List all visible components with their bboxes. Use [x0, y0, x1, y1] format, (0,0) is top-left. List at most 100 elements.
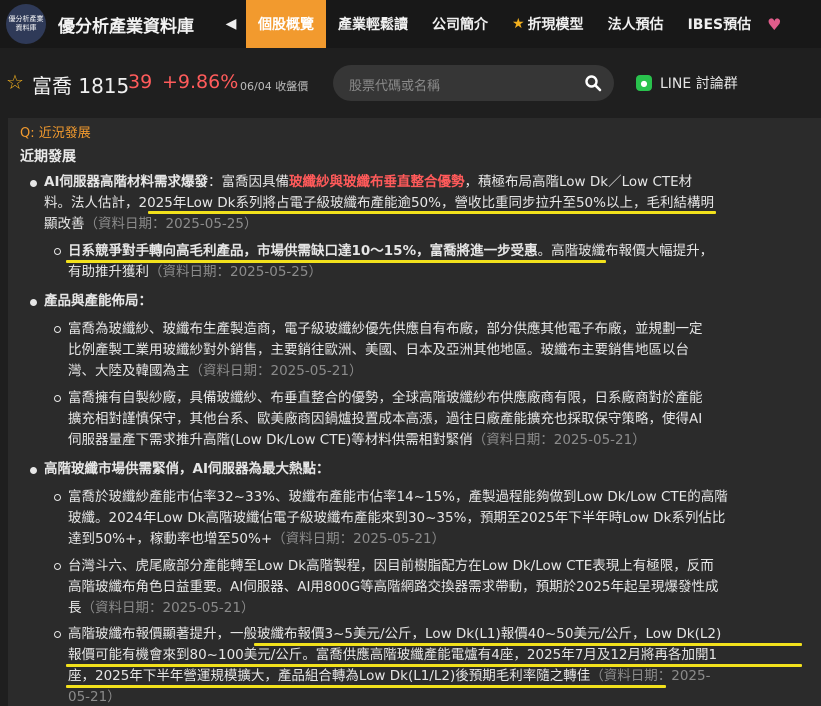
tab-label: 法人預估	[607, 17, 664, 33]
text-fragment: ：富喬因具備	[207, 174, 289, 190]
text-line: 台灣斗六、虎尾廠部分產能轉至Low Dk高階製程，因目前樹脂配方在Low Dk/…	[68, 556, 714, 577]
underline-mark	[66, 664, 802, 667]
text-fragment: 伺服器量產下需求推升高階(Low Dk/Low CTE)等材料供需相對緊俏	[68, 432, 473, 448]
tab-label: IBES預估	[687, 17, 752, 33]
quote-date: 06/04 收盤價	[240, 80, 309, 93]
bullet-icon	[30, 299, 37, 306]
bullet-icon	[30, 180, 37, 187]
nav-scroll-left-icon[interactable]: ◀	[216, 16, 246, 32]
tab-label: 產業輕鬆讀	[338, 17, 408, 33]
text-line: 玻纖。2024年Low Dk高階玻纖佔電子級玻纖布產能來到30~35%，預期至2…	[68, 508, 725, 529]
text-line: 報價可能有機會來到80~100美元/公斤。富喬供應高階玻纖產能電爐有4座，202…	[68, 645, 717, 666]
text-line: 達到50%+，稼動率也增至50%+（資料日期：2025-05-21）	[68, 529, 445, 550]
data-date: （資料日期：2025-	[590, 668, 711, 684]
data-date: （資料日期：2025-05-21）	[189, 363, 363, 379]
data-date: （資料日期：2025-05-21）	[472, 432, 646, 448]
underline-mark	[66, 685, 666, 688]
text-fragment: ，積極布局高階Low Dk／Low CTE材	[464, 174, 693, 190]
text-line: AI伺服器高階材料需求爆發：富喬因具備玻纖紗與玻纖布垂直整合優勢，積極布局高階L…	[44, 172, 692, 193]
text-fragment: 2025年Low Dk系列將占電子級玻纖布產能逾50%，營收比重同步拉升至50%…	[138, 195, 633, 211]
text-fragment: ，毛利結構明	[632, 195, 714, 211]
underline-mark	[254, 643, 802, 646]
text-fragment: 擴充相對謹慎保守，其他台系、歐美廠商因鍋爐投置成本高漲，過往日廠產能擴充也採取保…	[68, 411, 703, 427]
text-fragment: 顯改善	[44, 216, 85, 232]
bullet-title: 高階玻纖市場供需緊俏，AI伺服器為最大熱點：	[44, 461, 330, 477]
text-line: 05-21）	[68, 687, 121, 706]
text-fragment: 台灣斗六、虎尾廠部分產能轉至Low Dk高階製程，因目前樹脂配方在Low Dk/…	[68, 558, 714, 574]
line-group-link[interactable]: ● LINE 討論群	[636, 73, 738, 93]
stock-price: 39	[128, 71, 153, 93]
sub-bullet-icon	[54, 631, 61, 638]
text-line: 富喬為玻纖紗、玻纖布生產製造商，電子級玻纖紗優先供應自有布廠，部分供應其他電子布…	[68, 319, 703, 340]
text-line: 富喬於玻纖紗產能市佔率32~33%、玻纖布產能市佔率14~15%，產製過程能夠做…	[68, 487, 728, 508]
bullet-title: AI伺服器高階材料需求爆發	[44, 174, 208, 190]
text-fragment: 有助推升獲利	[68, 264, 149, 280]
text-fragment: 富喬擁有自製紗廠，具備玻纖紗、布垂直整合的優勢，全球高階玻纖紗布供應廠商有限，日…	[68, 390, 703, 406]
sub-bullet-icon	[54, 563, 61, 570]
underline-mark	[66, 260, 606, 263]
search-icon[interactable]	[584, 74, 602, 96]
sub-bullet-icon	[54, 248, 61, 255]
data-date: （資料日期：2025-05-21）	[272, 531, 446, 547]
text-fragment: 達到50%+，稼動率也增至50%+	[68, 531, 273, 547]
text-line: 比例產製工業用玻纖紗對外銷售，主要銷往歐洲、美國、日本及亞洲其他地區。玻纖布主要…	[68, 340, 689, 361]
text-fragment: 富喬為玻纖紗、玻纖布生產製造商，電子級玻纖紗優先供應自有布廠，部分供應其他電子布…	[68, 321, 703, 337]
highlight-text: 玻纖紗與玻纖布垂直整合優勢	[288, 174, 465, 190]
bullet-icon	[30, 467, 37, 474]
text-fragment: 灣、大陸及韓國為主	[68, 363, 190, 379]
text-fragment: 座，2025年下半年營運規模擴大，產品組合轉為Low Dk(L1/L2)後預期毛…	[68, 668, 591, 684]
text-fragment: 比例產製工業用玻纖紗對外銷售，主要銷往歐洲、美國、日本及亞洲其他地區。玻纖布主要…	[68, 342, 689, 358]
text-fragment: 高階玻纖布角色日益重要。AI伺服器、AI用800G等高階網路交換器需求帶動，預期…	[68, 579, 719, 595]
star-icon: ★	[512, 16, 525, 32]
text-line: 伺服器量產下需求推升高階(Low Dk/Low CTE)等材料供需相對緊俏（資料…	[68, 430, 646, 451]
underline-mark	[148, 211, 716, 214]
text-line: 日系競爭對手轉向高毛利產品，市場供需缺口達10～15%，富喬將進一步受惠。高階玻…	[68, 241, 713, 262]
text-fragment: 。高階玻纖布報價大幅提升，	[537, 243, 714, 259]
tab-analyst-estimates[interactable]: 法人預估	[596, 0, 676, 48]
tab-label: 公司簡介	[432, 17, 488, 33]
text-fragment: 長	[68, 600, 82, 616]
tab-industry-reading[interactable]: 產業輕鬆讀	[326, 0, 420, 48]
text-line: 擴充相對謹慎保守，其他台系、歐美廠商因鍋爐投置成本高漲，過往日廠產能擴充也採取保…	[68, 409, 702, 430]
data-date: 05-21）	[68, 689, 121, 705]
favorite-star-icon[interactable]: ☆	[6, 70, 24, 94]
stock-quote-bar: ☆ 富喬 1815 39 +9.86% 06/04 收盤價 股票代碼或名稱 ● …	[0, 48, 821, 118]
top-navigation-bar: 優分析產業資料庫 優分析產業資料庫 ◀ 個股概覽 產業輕鬆讀 公司簡介 ★ 折現模…	[0, 0, 821, 48]
tab-dcf-model[interactable]: ★ 折現模型	[500, 0, 596, 48]
text-line: 高階玻纖市場供需緊俏，AI伺服器為最大熱點：	[44, 459, 329, 480]
text-fragment: 一般玻纖布報價3~5美元/公斤，Low Dk(L1)報價40~50美元/公斤，L…	[230, 626, 722, 642]
question-heading: Q: 近況發展	[20, 126, 91, 141]
text-line: 富喬擁有自製紗廠，具備玻纖紗、布垂直整合的優勢，全球高階玻纖紗布供應廠商有限，日…	[68, 388, 703, 409]
sub-bullet-icon	[54, 326, 61, 333]
text-line: 有助推升獲利（資料日期：2025-05-25）	[68, 262, 322, 283]
text-fragment: 玻纖。2024年Low Dk高階玻纖佔電子級玻纖布產能來到30~35%，預期至2…	[68, 510, 726, 526]
text-line: 長（資料日期：2025-05-21）	[68, 598, 254, 619]
text-fragment: 高階玻纖布報價顯著提升，	[68, 626, 230, 642]
data-date: （資料日期：2025-05-25）	[84, 216, 258, 232]
text-line: 座，2025年下半年營運規模擴大，產品組合轉為Low Dk(L1/L2)後預期毛…	[68, 666, 710, 687]
bullet-title: 產品與產能佈局：	[44, 293, 152, 309]
text-line: 高階玻纖布報價顯著提升，一般玻纖布報價3~5美元/公斤，Low Dk(L1)報價…	[68, 624, 721, 645]
text-fragment: 料。法人估計，	[44, 195, 139, 211]
site-logo[interactable]: 優分析產業資料庫	[6, 4, 46, 44]
sub-bullet-icon	[54, 494, 61, 501]
logo-text: 優分析產業資料庫	[8, 15, 44, 32]
text-line: 顯改善（資料日期：2025-05-25）	[44, 214, 257, 235]
brand-title[interactable]: 優分析產業資料庫	[58, 12, 216, 37]
tab-ibes-estimates[interactable]: IBES預估	[676, 0, 764, 48]
stock-change-percent: +9.86%	[162, 71, 239, 93]
text-line: 灣、大陸及韓國為主（資料日期：2025-05-21）	[68, 361, 362, 382]
text-fragment: 。富喬供應高階玻纖產能電爐有4座，2025年7月及12月將再各加開1	[302, 647, 718, 663]
stock-search-input[interactable]: 股票代碼或名稱	[333, 65, 614, 101]
heart-icon[interactable]: ♥	[767, 15, 781, 34]
bold-text: 日系競爭對手轉向高毛利產品，市場供需缺口達10～15%，富喬將進一步受惠	[68, 243, 538, 259]
tab-label: 個股概覽	[258, 17, 314, 33]
tab-stock-overview[interactable]: 個股概覽	[246, 0, 326, 48]
line-group-label: LINE 討論群	[660, 76, 738, 92]
section-subtitle: 近期發展	[20, 149, 76, 165]
sub-bullet-icon	[54, 395, 61, 402]
tab-company-profile[interactable]: 公司簡介	[420, 0, 500, 48]
search-placeholder: 股票代碼或名稱	[349, 79, 441, 94]
line-icon: ●	[636, 75, 652, 91]
text-line: 產品與產能佈局：	[44, 291, 152, 312]
